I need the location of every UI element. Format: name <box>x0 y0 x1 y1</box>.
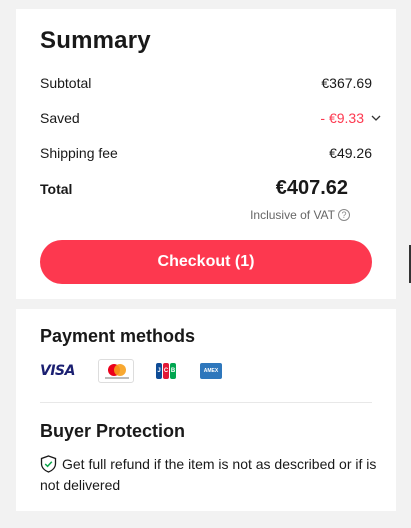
shipping-row: Shipping fee €49.26 <box>40 142 372 164</box>
help-icon[interactable]: ? <box>338 209 350 221</box>
vat-note: Inclusive of VAT ? <box>250 208 350 222</box>
total-value: €407.62 <box>275 177 348 199</box>
shipping-value: €49.26 <box>329 145 372 161</box>
divider <box>40 402 372 403</box>
buyer-protection-description: Get full refund if the item is not as de… <box>40 456 377 493</box>
summary-title: Summary <box>40 27 151 54</box>
saved-value-group[interactable]: - €9.33 <box>320 110 382 126</box>
payment-protection-card: Payment methods VISA JCB AMEX Buyer Prot… <box>16 309 396 511</box>
saved-label: Saved <box>40 110 80 126</box>
subtotal-label: Subtotal <box>40 75 92 91</box>
buyer-protection-title: Buyer Protection <box>40 421 186 441</box>
checkout-button[interactable]: Checkout (1) <box>40 240 372 284</box>
shipping-label: Shipping fee <box>40 145 118 161</box>
shield-check-icon <box>40 455 57 473</box>
saved-value: - €9.33 <box>320 110 364 126</box>
amex-icon: AMEX <box>200 363 222 379</box>
payment-methods-title: Payment methods <box>40 326 196 346</box>
payment-methods-list: VISA JCB AMEX <box>40 359 222 383</box>
buyer-protection-text: Get full refund if the item is not as de… <box>40 454 380 496</box>
jcb-icon: JCB <box>156 363 176 379</box>
chevron-down-icon[interactable] <box>370 112 382 124</box>
total-label: Total <box>40 181 73 197</box>
subtotal-row: Subtotal €367.69 <box>40 72 372 94</box>
mastercard-icon <box>98 359 134 383</box>
vat-note-text: Inclusive of VAT <box>250 208 335 222</box>
visa-icon: VISA <box>40 363 75 379</box>
order-summary-card: Summary Subtotal €367.69 Saved - €9.33 S… <box>16 9 396 299</box>
subtotal-value: €367.69 <box>321 75 372 91</box>
saved-row[interactable]: Saved - €9.33 <box>40 107 381 129</box>
